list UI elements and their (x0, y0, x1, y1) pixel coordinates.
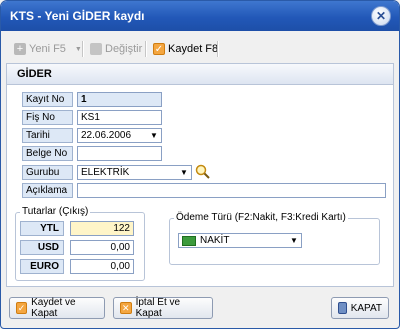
save-button-label: Kaydet F8 (168, 43, 219, 55)
save-check-icon: ✓ (16, 302, 28, 314)
title-bar[interactable]: KTS - Yeni GİDER kaydı ✕ (1, 1, 399, 31)
date-picker[interactable]: 22.06.2006 ▼ (77, 128, 162, 143)
group-select[interactable]: ELEKTRİK ▼ (77, 165, 192, 180)
payment-group: Ödeme Türü (F2:Nakit, F3:Kredi Kartı) NA… (169, 212, 380, 265)
exit-door-icon (338, 302, 347, 314)
kayit-no-value: 1 (77, 92, 162, 107)
gider-panel: GİDER Kayıt No 1 Fiş No KS1 Tarihi 22.06… (6, 63, 394, 287)
toolbar-separator (82, 41, 84, 57)
euro-field[interactable]: 0,00 (70, 259, 134, 274)
amounts-group: Tutarlar (Çıkış) YTL 122 USD 0,00 EURO 0… (15, 206, 145, 281)
toolbar: + Yeni F5 ▼ Değiştir ✓ Kaydet F8 (2, 37, 398, 61)
belge-no-field[interactable] (77, 146, 162, 161)
tarihi-label: Tarihi (22, 128, 73, 143)
search-icon[interactable] (195, 164, 211, 180)
fis-no-label: Fiş No (22, 110, 73, 125)
toolbar-separator (217, 41, 219, 57)
kayit-no-label: Kayıt No (22, 92, 73, 107)
chevron-down-icon[interactable]: ▼ (178, 167, 190, 178)
date-value: 22.06.2006 (81, 130, 132, 141)
edit-icon (90, 43, 102, 55)
money-icon (182, 235, 196, 246)
aciklama-label: Açıklama (22, 183, 73, 198)
cancel-close-button[interactable]: ✕ İptal Et ve Kapat (113, 297, 213, 319)
change-button-label: Değiştir (105, 43, 143, 55)
dialog-window: KTS - Yeni GİDER kaydı ✕ + Yeni F5 ▼ Değ… (0, 0, 400, 329)
ytl-field[interactable]: 122 (70, 221, 134, 236)
description-field[interactable] (77, 183, 386, 198)
close-button-label: KAPAT (350, 302, 382, 314)
save-check-icon: ✓ (153, 43, 165, 55)
panel-title: GİDER (17, 68, 52, 80)
chevron-down-icon[interactable]: ▼ (75, 46, 82, 53)
change-button[interactable]: Değiştir (90, 41, 142, 57)
save-close-label: Kaydet ve Kapat (31, 297, 76, 319)
panel-header: GİDER (7, 64, 393, 85)
amount-label: EURO (20, 259, 64, 274)
chevron-down-icon[interactable]: ▼ (288, 235, 300, 246)
amount-label: USD (20, 240, 64, 255)
window-title: KTS - Yeni GİDER kaydı (10, 9, 145, 23)
belge-no-label: Belge No (22, 146, 73, 161)
payment-value: NAKİT (200, 235, 230, 246)
chevron-down-icon[interactable]: ▼ (148, 130, 160, 141)
payment-select[interactable]: NAKİT ▼ (178, 233, 302, 248)
payment-title: Ödeme Türü (F2:Nakit, F3:Kredi Kartı) (174, 212, 348, 223)
add-icon: + (14, 43, 26, 55)
usd-field[interactable]: 0,00 (70, 240, 134, 255)
cancel-close-label: İptal Et ve Kapat (135, 297, 181, 319)
amounts-title: Tutarlar (Çıkış) (20, 206, 91, 217)
cancel-icon: ✕ (120, 302, 132, 314)
gurubu-label: Gurubu (22, 165, 73, 180)
toolbar-separator (145, 41, 147, 57)
new-button-label: Yeni F5 (29, 43, 66, 55)
new-button[interactable]: + Yeni F5 ▼ (14, 41, 82, 57)
save-button[interactable]: ✓ Kaydet F8 (153, 41, 218, 57)
group-value: ELEKTRİK (81, 167, 130, 178)
amount-label: YTL (20, 221, 64, 236)
close-button[interactable]: KAPAT (331, 297, 389, 319)
save-close-button[interactable]: ✓ Kaydet ve Kapat (9, 297, 105, 319)
close-icon[interactable]: ✕ (371, 6, 391, 26)
fis-no-field[interactable]: KS1 (77, 110, 162, 125)
